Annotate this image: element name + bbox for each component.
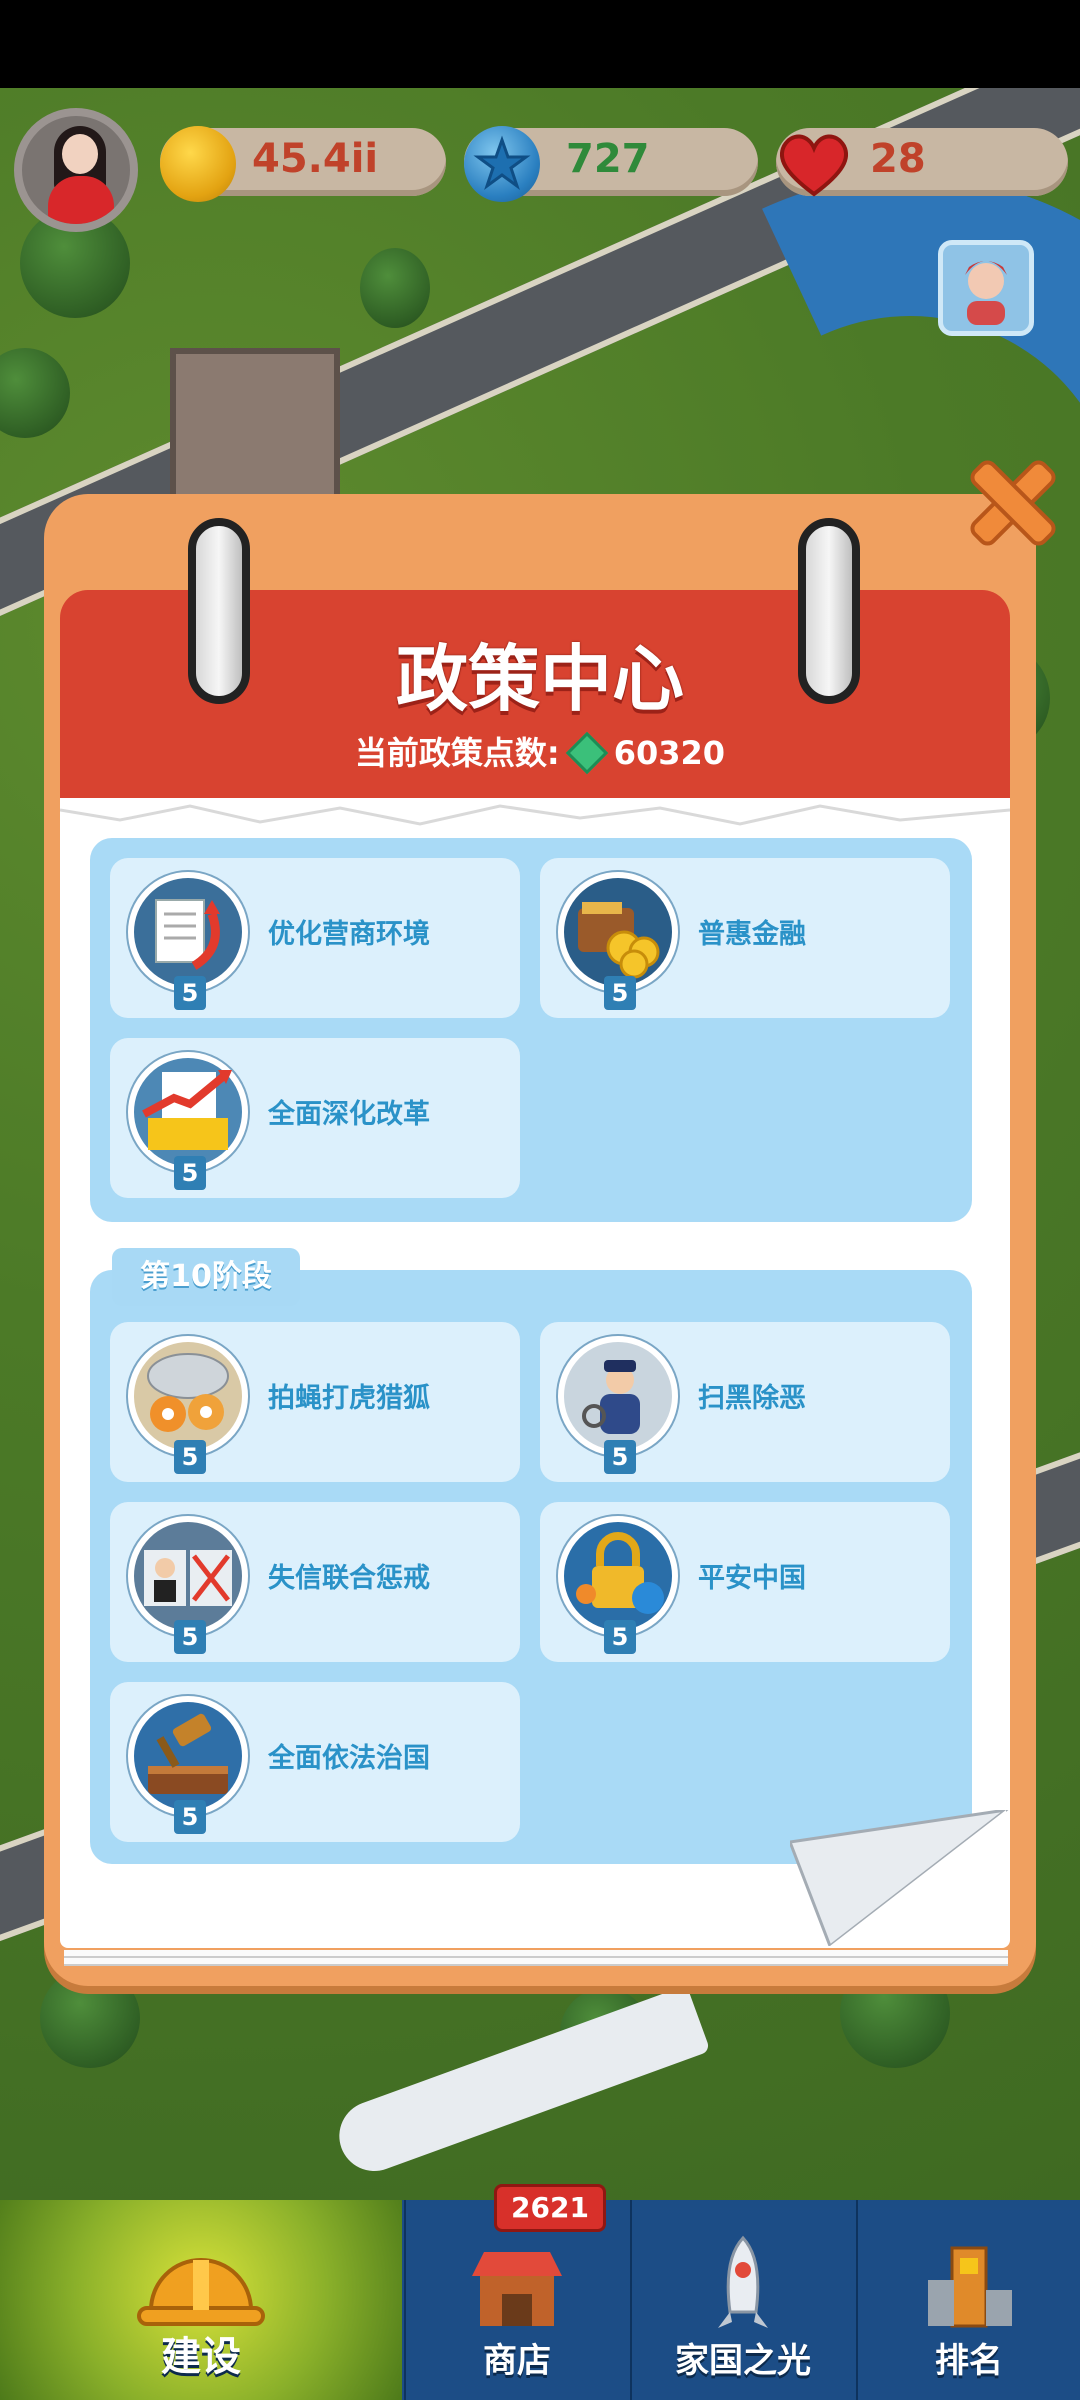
page-edge <box>64 1950 1008 1958</box>
policy-label: 扫黑除恶 <box>698 1383 806 1414</box>
gem-icon <box>565 731 608 775</box>
tab-national-glory[interactable]: 家国之光 <box>630 2200 854 2400</box>
policy-label: 平安中国 <box>698 1563 806 1594</box>
padlock-shield-icon <box>558 1516 678 1636</box>
level-badge: 5 <box>174 976 206 1010</box>
policy-card-credit-penalty[interactable]: 5 失信联合惩戒 <box>110 1502 520 1662</box>
policy-label: 普惠金融 <box>698 919 806 950</box>
level-badge: 5 <box>604 1440 636 1474</box>
tab-label: 排名 <box>935 2341 1003 2381</box>
level-badge: 5 <box>174 1620 206 1654</box>
policy-label: 失信联合惩戒 <box>268 1563 430 1594</box>
close-icon[interactable] <box>958 448 1068 558</box>
ranking-tower-icon <box>928 2246 1012 2328</box>
level-badge: 5 <box>174 1800 206 1834</box>
level-badge: 5 <box>604 1620 636 1654</box>
building-decoration <box>170 348 340 518</box>
policy-card-rule-of-law[interactable]: 5 全面依法治国 <box>110 1682 520 1842</box>
status-bar <box>0 0 1080 88</box>
policy-card-anti-corruption[interactable]: 5 拍蝇打虎猎狐 <box>110 1322 520 1482</box>
game-screen: 45.4ii 727 28 政策中心 当前政策点数: 60320 5 优化营商环境 <box>0 0 1080 2400</box>
policy-card-deepen-reform[interactable]: 5 全面深化改革 <box>110 1038 520 1198</box>
document-arrow-icon <box>128 872 248 992</box>
policy-label: 全面深化改革 <box>268 1099 430 1130</box>
level-badge: 5 <box>174 1156 206 1190</box>
rocket-icon <box>718 2235 768 2328</box>
shop-badge: 2621 <box>494 2184 606 2232</box>
tree-decoration <box>0 348 70 438</box>
page-edge <box>64 1958 1008 1966</box>
heart-icon <box>774 124 850 200</box>
tiger-fox-net-icon <box>128 1336 248 1456</box>
policy-card-safe-china[interactable]: 5 平安中国 <box>540 1502 950 1662</box>
player-avatar[interactable] <box>14 108 138 232</box>
tree-decoration <box>360 248 430 328</box>
policy-label: 优化营商环境 <box>268 919 430 950</box>
wallet-coins-icon <box>558 872 678 992</box>
tab-label: 建设 <box>161 2334 241 2380</box>
tab-label: 家国之光 <box>675 2341 811 2381</box>
policy-points: 当前政策点数: 60320 <box>0 728 1080 775</box>
reform-chart-icon <box>128 1052 248 1172</box>
train-decoration <box>329 1985 711 2181</box>
level-badge: 5 <box>174 1440 206 1474</box>
heart-value: 28 <box>870 136 926 182</box>
points-label: 当前政策点数: <box>354 734 560 772</box>
star-value: 727 <box>566 136 650 182</box>
points-value: 60320 <box>613 734 726 772</box>
coin-value: 45.4ii <box>252 136 379 182</box>
police-officer-icon <box>558 1336 678 1456</box>
shop-building-icon <box>472 2252 562 2326</box>
tab-ranking[interactable]: 排名 <box>856 2200 1080 2400</box>
level-badge: 5 <box>604 976 636 1010</box>
policy-label: 全面依法治国 <box>268 1743 430 1774</box>
tab-build[interactable]: 建设 <box>0 2200 402 2400</box>
policy-card-inclusive-finance[interactable]: 5 普惠金融 <box>540 858 950 1018</box>
panel-title: 政策中心 <box>395 637 684 721</box>
policy-label: 拍蝇打虎猎狐 <box>268 1383 430 1414</box>
stage-tag: 第10阶段 <box>112 1248 300 1306</box>
character-switch-button[interactable] <box>938 240 1034 336</box>
page-curl-decoration <box>790 1810 1009 1946</box>
gavel-book-icon <box>128 1696 248 1816</box>
torn-edge <box>60 804 1010 826</box>
policy-card-optimize-business[interactable]: 5 优化营商环境 <box>110 858 520 1018</box>
credit-penalty-icon <box>128 1516 248 1636</box>
coin-icon <box>160 126 236 202</box>
star-icon <box>464 126 540 202</box>
tab-label: 商店 <box>483 2341 551 2381</box>
policy-card-crime-crackdown[interactable]: 5 扫黑除恶 <box>540 1322 950 1482</box>
